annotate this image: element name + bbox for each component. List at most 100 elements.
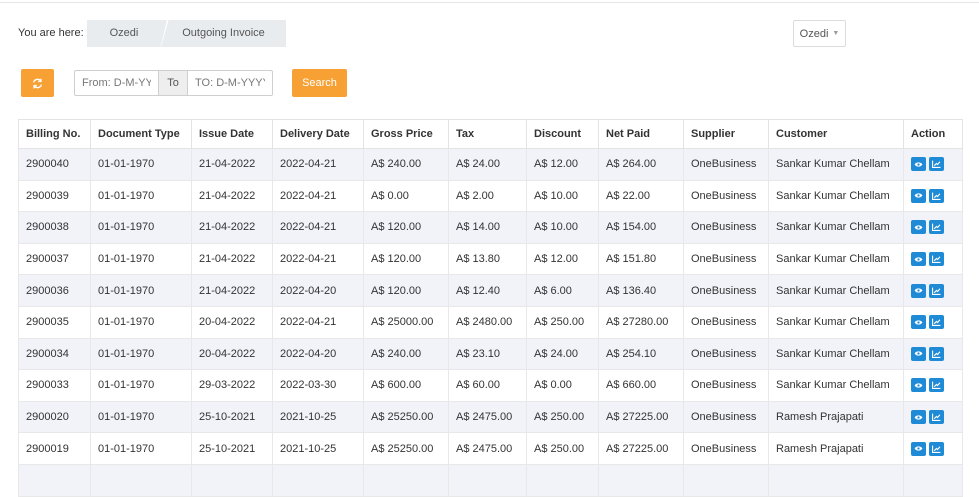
date-to-input[interactable] — [188, 71, 272, 95]
breadcrumb-label: You are here: — [18, 27, 84, 39]
table-cell: A$ 2480.00 — [448, 305, 527, 339]
view-button[interactable] — [911, 220, 926, 235]
view-button[interactable] — [911, 441, 926, 456]
table-cell: A$ 120.00 — [363, 274, 449, 307]
column-header[interactable]: Issue Date — [191, 119, 273, 149]
table-cell: 2022-04-21 — [272, 242, 364, 276]
table-cell: A$ 2475.00 — [448, 400, 527, 434]
table-cell: A$ 0.00 — [526, 369, 599, 402]
eye-icon — [914, 288, 923, 293]
eye-icon — [914, 225, 923, 230]
report-button[interactable] — [929, 157, 944, 172]
table-cell: 21-04-2022 — [191, 148, 273, 181]
table-cell: A$ 660.00 — [598, 369, 684, 402]
table-row: 2900038 01-01-1970 21-04-2022 2022-04-21 A$ … — [18, 211, 963, 244]
chart-icon — [932, 160, 941, 169]
table-cell: A$ 12.00 — [526, 242, 599, 276]
table-cell — [683, 463, 769, 497]
view-button[interactable] — [911, 188, 926, 203]
chart-icon — [932, 445, 941, 453]
table-row: 2900020 01-01-1970 25-10-2021 2021-10-25 A$ … — [18, 400, 963, 434]
chart-icon — [932, 192, 941, 200]
eye-icon — [914, 256, 923, 262]
table-cell: 01-01-1970 — [90, 242, 192, 276]
table-cell: 21-04-2022 — [191, 242, 273, 276]
column-header[interactable]: Gross Price — [363, 119, 449, 149]
table-cell: A$ 154.00 — [598, 211, 684, 244]
table-cell: 2900039 — [18, 179, 91, 213]
table-cell: Ramesh Prajapati — [768, 432, 904, 465]
report-button[interactable] — [929, 410, 944, 425]
column-header[interactable]: Document Type — [90, 119, 192, 149]
table-cell: 2022-04-21 — [272, 305, 364, 339]
report-button[interactable] — [929, 220, 944, 235]
table-cell: A$ 6.00 — [526, 274, 599, 307]
refresh-button[interactable] — [21, 69, 54, 97]
column-header[interactable]: Net Paid — [598, 119, 684, 149]
chart-icon — [932, 287, 941, 295]
table-cell: 2022-04-20 — [272, 274, 364, 307]
table-cell: A$ 60.00 — [448, 369, 527, 402]
table-cell: A$ 120.00 — [363, 211, 449, 244]
column-header[interactable]: Supplier — [683, 119, 769, 149]
view-button[interactable] — [911, 157, 926, 172]
table-cell: 2900020 — [18, 400, 91, 434]
company-select[interactable]: Ozedi ▼ — [793, 20, 846, 47]
date-from-input[interactable] — [75, 71, 158, 95]
column-header[interactable]: Action — [903, 119, 963, 149]
table-header-row: Billing No. Document Type Issue Date Delive… — [18, 119, 963, 149]
view-button[interactable] — [911, 378, 926, 393]
eye-icon — [914, 383, 923, 388]
table-cell: 2022-04-21 — [272, 179, 364, 213]
report-button[interactable] — [929, 252, 944, 267]
column-header[interactable]: Discount — [526, 119, 599, 149]
view-button[interactable] — [911, 252, 926, 267]
top-divider — [0, 2, 979, 3]
chart-icon — [932, 382, 941, 390]
search-button[interactable]: Search — [292, 69, 347, 97]
column-header[interactable]: Billing No. — [18, 119, 91, 149]
table-cell: 01-01-1970 — [90, 337, 192, 371]
table-cell: 2900035 — [18, 305, 91, 339]
invoice-table-container: Billing No. Document Type Issue Date Delive… — [18, 119, 963, 497]
table-cell — [526, 463, 599, 497]
report-button[interactable] — [929, 378, 944, 393]
table-cell: A$ 254.10 — [598, 337, 684, 371]
view-button[interactable] — [911, 410, 926, 425]
column-header[interactable]: Tax — [448, 119, 527, 149]
column-header[interactable]: Customer — [768, 119, 904, 149]
table-cell: A$ 240.00 — [363, 337, 449, 371]
eye-icon — [914, 414, 923, 420]
table-cell: 01-01-1970 — [90, 211, 192, 244]
report-button[interactable] — [929, 315, 944, 330]
action-cell — [903, 242, 963, 276]
table-body: 2900040 01-01-1970 21-04-2022 2022-04-21 A$ … — [18, 148, 963, 497]
table-cell: 2022-04-21 — [272, 211, 364, 244]
table-cell: 2900040 — [18, 148, 91, 181]
action-cell — [903, 148, 963, 181]
report-button[interactable] — [929, 441, 944, 456]
table-cell: 20-04-2022 — [191, 305, 273, 339]
column-header[interactable]: Delivery Date — [272, 119, 364, 149]
table-cell: A$ 13.80 — [448, 242, 527, 276]
chart-icon — [932, 318, 941, 327]
action-cell — [903, 432, 963, 465]
view-button[interactable] — [911, 346, 926, 361]
table-cell: Ramesh Prajapati — [768, 400, 904, 434]
table-cell: 2022-04-20 — [272, 337, 364, 371]
table-cell: A$ 24.00 — [448, 148, 527, 181]
table-cell — [272, 463, 364, 497]
view-button[interactable] — [911, 283, 926, 298]
chart-icon — [932, 224, 941, 232]
action-cell — [903, 400, 963, 434]
table-cell — [448, 463, 527, 497]
table-cell — [90, 463, 192, 497]
report-button[interactable] — [929, 283, 944, 298]
table-cell: OneBusiness — [683, 337, 769, 371]
view-button[interactable] — [911, 315, 926, 330]
breadcrumb-item-home[interactable]: Ozedi — [87, 20, 167, 47]
report-button[interactable] — [929, 188, 944, 203]
refresh-icon — [32, 78, 43, 88]
table-cell: 2900037 — [18, 242, 91, 276]
report-button[interactable] — [929, 346, 944, 361]
